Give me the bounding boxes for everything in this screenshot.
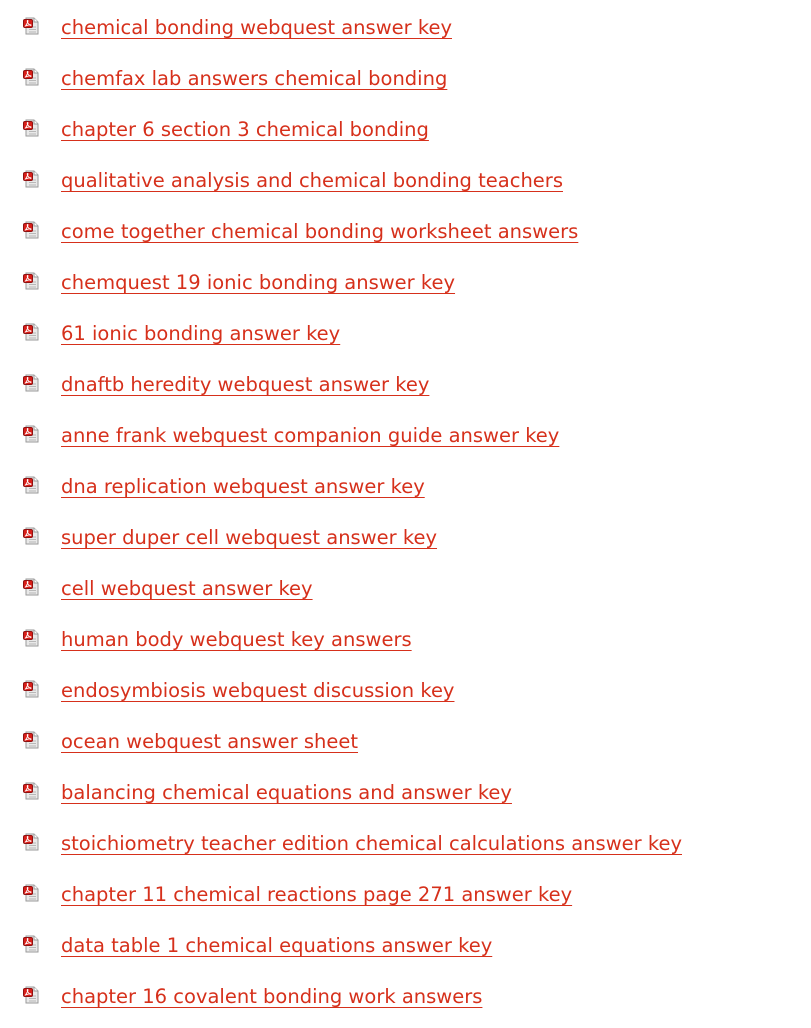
pdf-link[interactable]: 61 ionic bonding answer key: [61, 322, 340, 346]
pdf-file-icon: [23, 782, 39, 800]
pdf-file-icon: [23, 425, 39, 443]
pdf-file-icon: [23, 629, 39, 647]
pdf-link[interactable]: chapter 11 chemical reactions page 271 a…: [61, 883, 572, 907]
pdf-file-icon: [23, 221, 39, 239]
pdf-link-list: chemical bonding webquest answer key che…: [0, 7, 811, 1027]
pdf-file-icon: [23, 374, 39, 392]
pdf-file-icon: [23, 578, 39, 596]
pdf-link[interactable]: qualitative analysis and chemical bondin…: [61, 169, 563, 193]
list-item: chemical bonding webquest answer key: [0, 7, 811, 58]
list-item: super duper cell webquest answer key: [0, 517, 811, 568]
list-item: ocean webquest answer sheet: [0, 721, 811, 772]
list-item: cell webquest answer key: [0, 568, 811, 619]
pdf-file-icon: [23, 119, 39, 137]
list-item: chemfax lab answers chemical bonding: [0, 58, 811, 109]
pdf-file-icon: [23, 680, 39, 698]
pdf-link[interactable]: stoichiometry teacher edition chemical c…: [61, 832, 682, 856]
pdf-link[interactable]: super duper cell webquest answer key: [61, 526, 437, 550]
list-item: data table 1 chemical equations answer k…: [0, 925, 811, 976]
pdf-file-icon: [23, 476, 39, 494]
pdf-file-icon: [23, 833, 39, 851]
pdf-link[interactable]: chemical bonding webquest answer key: [61, 16, 452, 40]
pdf-link[interactable]: chapter 6 section 3 chemical bonding: [61, 118, 429, 142]
pdf-link[interactable]: endosymbiosis webquest discussion key: [61, 679, 454, 703]
pdf-file-icon: [23, 527, 39, 545]
list-item: come together chemical bonding worksheet…: [0, 211, 811, 262]
list-item: qualitative analysis and chemical bondin…: [0, 160, 811, 211]
pdf-link[interactable]: dnaftb heredity webquest answer key: [61, 373, 429, 397]
pdf-link[interactable]: balancing chemical equations and answer …: [61, 781, 512, 805]
list-item: stoichiometry teacher edition chemical c…: [0, 823, 811, 874]
pdf-link[interactable]: chapter 16 covalent bonding work answers: [61, 985, 482, 1009]
list-item: anne frank webquest companion guide answ…: [0, 415, 811, 466]
pdf-link[interactable]: chemquest 19 ionic bonding answer key: [61, 271, 455, 295]
list-item: balancing chemical equations and answer …: [0, 772, 811, 823]
list-item: chapter 11 chemical reactions page 271 a…: [0, 874, 811, 925]
pdf-file-icon: [23, 272, 39, 290]
pdf-file-icon: [23, 170, 39, 188]
pdf-link[interactable]: chemfax lab answers chemical bonding: [61, 67, 447, 91]
list-item: 61 ionic bonding answer key: [0, 313, 811, 364]
list-item: dna replication webquest answer key: [0, 466, 811, 517]
pdf-link[interactable]: cell webquest answer key: [61, 577, 313, 601]
pdf-file-icon: [23, 986, 39, 1004]
pdf-link[interactable]: data table 1 chemical equations answer k…: [61, 934, 492, 958]
pdf-file-icon: [23, 68, 39, 86]
pdf-file-icon: [23, 323, 39, 341]
list-item: endosymbiosis webquest discussion key: [0, 670, 811, 721]
pdf-file-icon: [23, 884, 39, 902]
list-item: chemquest 19 ionic bonding answer key: [0, 262, 811, 313]
pdf-link[interactable]: anne frank webquest companion guide answ…: [61, 424, 559, 448]
pdf-link[interactable]: ocean webquest answer sheet: [61, 730, 358, 754]
list-item: chapter 16 covalent bonding work answers: [0, 976, 811, 1027]
pdf-link[interactable]: dna replication webquest answer key: [61, 475, 425, 499]
pdf-file-icon: [23, 17, 39, 35]
list-item: human body webquest key answers: [0, 619, 811, 670]
list-item: dnaftb heredity webquest answer key: [0, 364, 811, 415]
pdf-file-icon: [23, 731, 39, 749]
pdf-link[interactable]: come together chemical bonding worksheet…: [61, 220, 578, 244]
pdf-link[interactable]: human body webquest key answers: [61, 628, 412, 652]
pdf-file-icon: [23, 935, 39, 953]
list-item: chapter 6 section 3 chemical bonding: [0, 109, 811, 160]
